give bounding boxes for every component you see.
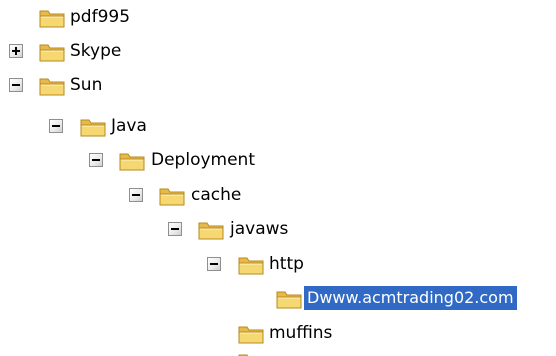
tree-node-label[interactable]: muffins bbox=[266, 321, 335, 345]
tree-node-label-selected[interactable]: Dwww.acmtrading02.com bbox=[304, 286, 517, 310]
folder-icon bbox=[237, 346, 265, 356]
tree-node-label[interactable]: Java bbox=[108, 114, 150, 138]
folder-icon bbox=[79, 114, 107, 138]
folder-icon bbox=[118, 148, 146, 172]
minus-box-icon[interactable] bbox=[49, 119, 63, 133]
plus-box-icon[interactable] bbox=[9, 44, 23, 58]
minus-box-icon[interactable] bbox=[89, 153, 103, 167]
tree-node-label[interactable]: pdf995 bbox=[67, 5, 133, 29]
tree-node-label[interactable]: http bbox=[266, 252, 307, 276]
tree-node-label[interactable]: Deployment bbox=[148, 148, 258, 172]
tree-node-label[interactable]: Sun bbox=[67, 73, 105, 97]
tree-node-partial bbox=[0, 346, 556, 356]
tree-node-label[interactable]: javaws bbox=[227, 217, 291, 241]
partial-label-fragment bbox=[270, 352, 330, 356]
tree-node-label[interactable]: Skype bbox=[67, 39, 124, 63]
folder-tree: pdf995 Skype Sun Java Deployment cache j… bbox=[0, 0, 556, 356]
folder-icon bbox=[38, 5, 66, 29]
minus-box-icon[interactable] bbox=[207, 257, 221, 271]
folder-icon bbox=[158, 183, 186, 207]
folder-icon bbox=[275, 286, 303, 310]
folder-icon bbox=[237, 321, 265, 345]
folder-icon bbox=[197, 217, 225, 241]
minus-box-icon[interactable] bbox=[9, 78, 23, 92]
minus-box-icon[interactable] bbox=[129, 188, 143, 202]
minus-box-icon[interactable] bbox=[168, 222, 182, 236]
folder-icon bbox=[38, 39, 66, 63]
folder-icon bbox=[237, 252, 265, 276]
tree-node-label[interactable]: cache bbox=[188, 183, 244, 207]
folder-icon bbox=[38, 73, 66, 97]
